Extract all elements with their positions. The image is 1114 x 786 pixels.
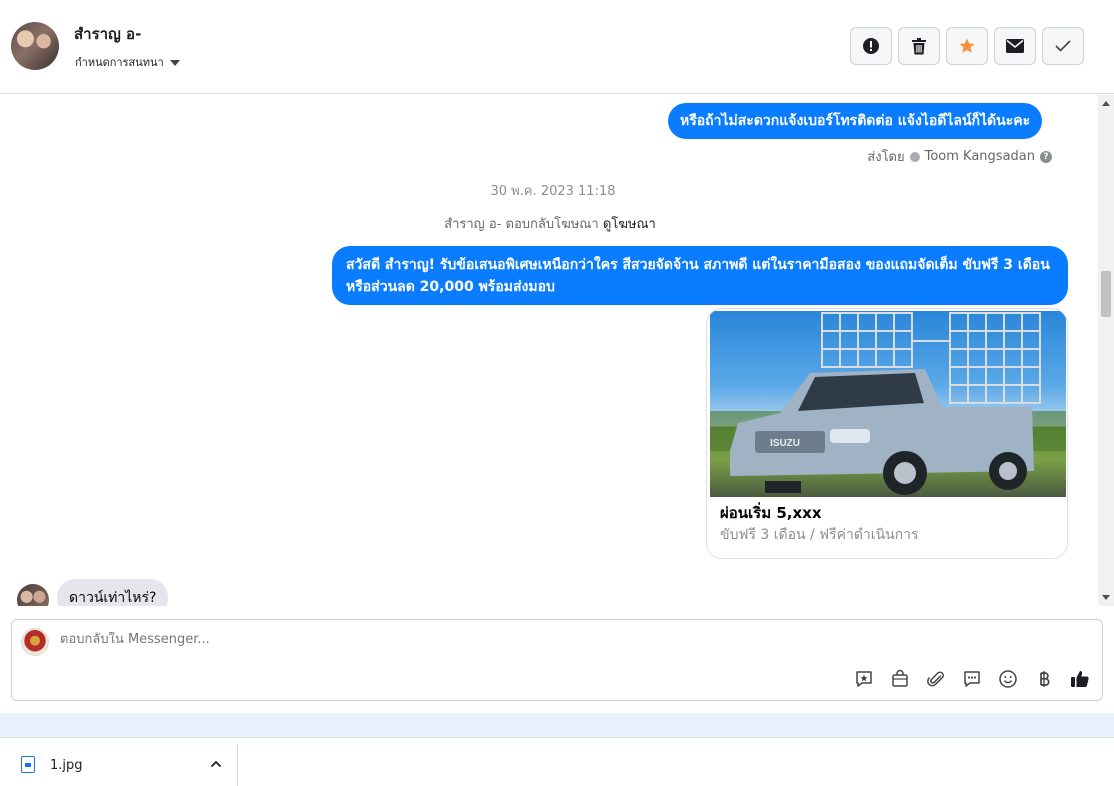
- sent-by-label: ส่งโดย: [867, 150, 905, 165]
- help-icon[interactable]: ?: [1040, 150, 1052, 163]
- outgoing-message[interactable]: หรือถ้าไม่สะดวกแจ้งเบอร์โทรติดต่อ แจ้งไอ…: [668, 103, 1043, 139]
- trash-icon: [912, 37, 926, 54]
- sender-avatar[interactable]: [17, 584, 49, 606]
- attach-button[interactable]: [924, 667, 948, 691]
- download-item[interactable]: 1.jpg: [4, 744, 238, 786]
- star-button[interactable]: [946, 27, 988, 65]
- ad-card-subtitle: ขับฟรี 3 เดือน / ฟรีค่าดำเนินการ: [720, 527, 919, 543]
- shop-button[interactable]: [888, 667, 912, 691]
- ad-card-title: ผ่อนเริ่ม 5,xxx: [720, 504, 822, 522]
- quick-reply-icon: [856, 671, 872, 687]
- saved-replies-icon: [964, 671, 980, 687]
- mail-icon: [1006, 39, 1024, 53]
- mark-unread-button[interactable]: [994, 27, 1036, 65]
- assign-conversation-dropdown[interactable]: กำหนดการสนทนา: [75, 53, 180, 71]
- like-button[interactable]: [1068, 667, 1092, 691]
- scroll-down-icon[interactable]: [1102, 595, 1110, 600]
- contact-avatar[interactable]: [11, 22, 59, 70]
- shop-icon: [892, 669, 908, 687]
- sent-by-info: ส่งโดย Toom Kangsadan ?: [867, 146, 1052, 167]
- incoming-message[interactable]: ดาวน์เท่าไหร่?: [57, 579, 169, 606]
- page-avatar: [21, 628, 49, 656]
- emoji-button[interactable]: [996, 667, 1020, 691]
- sent-by-name: Toom Kangsadan: [924, 149, 1035, 164]
- message-timestamp: 30 พ.ค. 2023 11:18: [490, 184, 616, 199]
- baht-icon: [1040, 671, 1050, 687]
- star-icon: [959, 38, 975, 53]
- ad-reply-notice: สำราญ อ- ตอบกลับโฆษณา ดูโฆษณา: [0, 213, 1098, 234]
- svg-text:ISUZU: ISUZU: [770, 438, 800, 449]
- page-footer-strip: [0, 713, 1114, 737]
- thread-scrollbar[interactable]: [1098, 95, 1114, 606]
- caret-down-icon: [169, 59, 180, 66]
- reply-composer[interactable]: [11, 619, 1103, 701]
- payment-button[interactable]: [1032, 667, 1056, 691]
- truck-image[interactable]: ISUZU: [710, 311, 1066, 497]
- reply-input[interactable]: [60, 632, 760, 647]
- emoji-icon: [999, 670, 1017, 688]
- check-icon: [1055, 40, 1071, 52]
- scroll-up-icon[interactable]: [1102, 101, 1110, 106]
- assign-label: กำหนดการสนทนา: [75, 56, 164, 69]
- delete-button[interactable]: [898, 27, 940, 65]
- attach-icon: [927, 671, 944, 687]
- spam-icon: [863, 38, 879, 54]
- mark-spam-button[interactable]: [850, 27, 892, 65]
- contact-name[interactable]: สำราญ อ-: [74, 22, 141, 46]
- conversation-header: สำราญ อ- กำหนดการสนทนา: [0, 0, 1114, 94]
- mark-done-button[interactable]: [1042, 27, 1084, 65]
- like-icon: [1071, 671, 1089, 688]
- download-bar: 1.jpg: [0, 737, 1114, 786]
- outgoing-message[interactable]: สวัสดี สำราญ! รับข้อเสนอพิเศษเหนือกว่าใค…: [332, 246, 1068, 305]
- image-file-icon: [21, 756, 35, 773]
- ad-card[interactable]: ISUZU ผ่อนเริ่ม 5,xxx ขับฟรี 3 เดือน / ฟ…: [706, 308, 1068, 559]
- message-thread[interactable]: หรือถ้าไม่สะดวกแจ้งเบอร์โทรติดต่อ แจ้งไอ…: [0, 95, 1098, 606]
- download-file-name[interactable]: 1.jpg: [50, 758, 83, 773]
- quick-reply-button[interactable]: [852, 667, 876, 691]
- scrollbar-thumb[interactable]: [1101, 271, 1111, 317]
- agent-status-icon: [909, 151, 920, 162]
- view-ad-link[interactable]: ดูโฆษณา: [603, 217, 656, 232]
- truck-illustration: ISUZU: [710, 312, 1066, 495]
- ad-reply-text: สำราญ อ- ตอบกลับโฆษณา: [444, 217, 599, 232]
- chevron-up-icon[interactable]: [208, 756, 224, 772]
- saved-replies-button[interactable]: [960, 667, 984, 691]
